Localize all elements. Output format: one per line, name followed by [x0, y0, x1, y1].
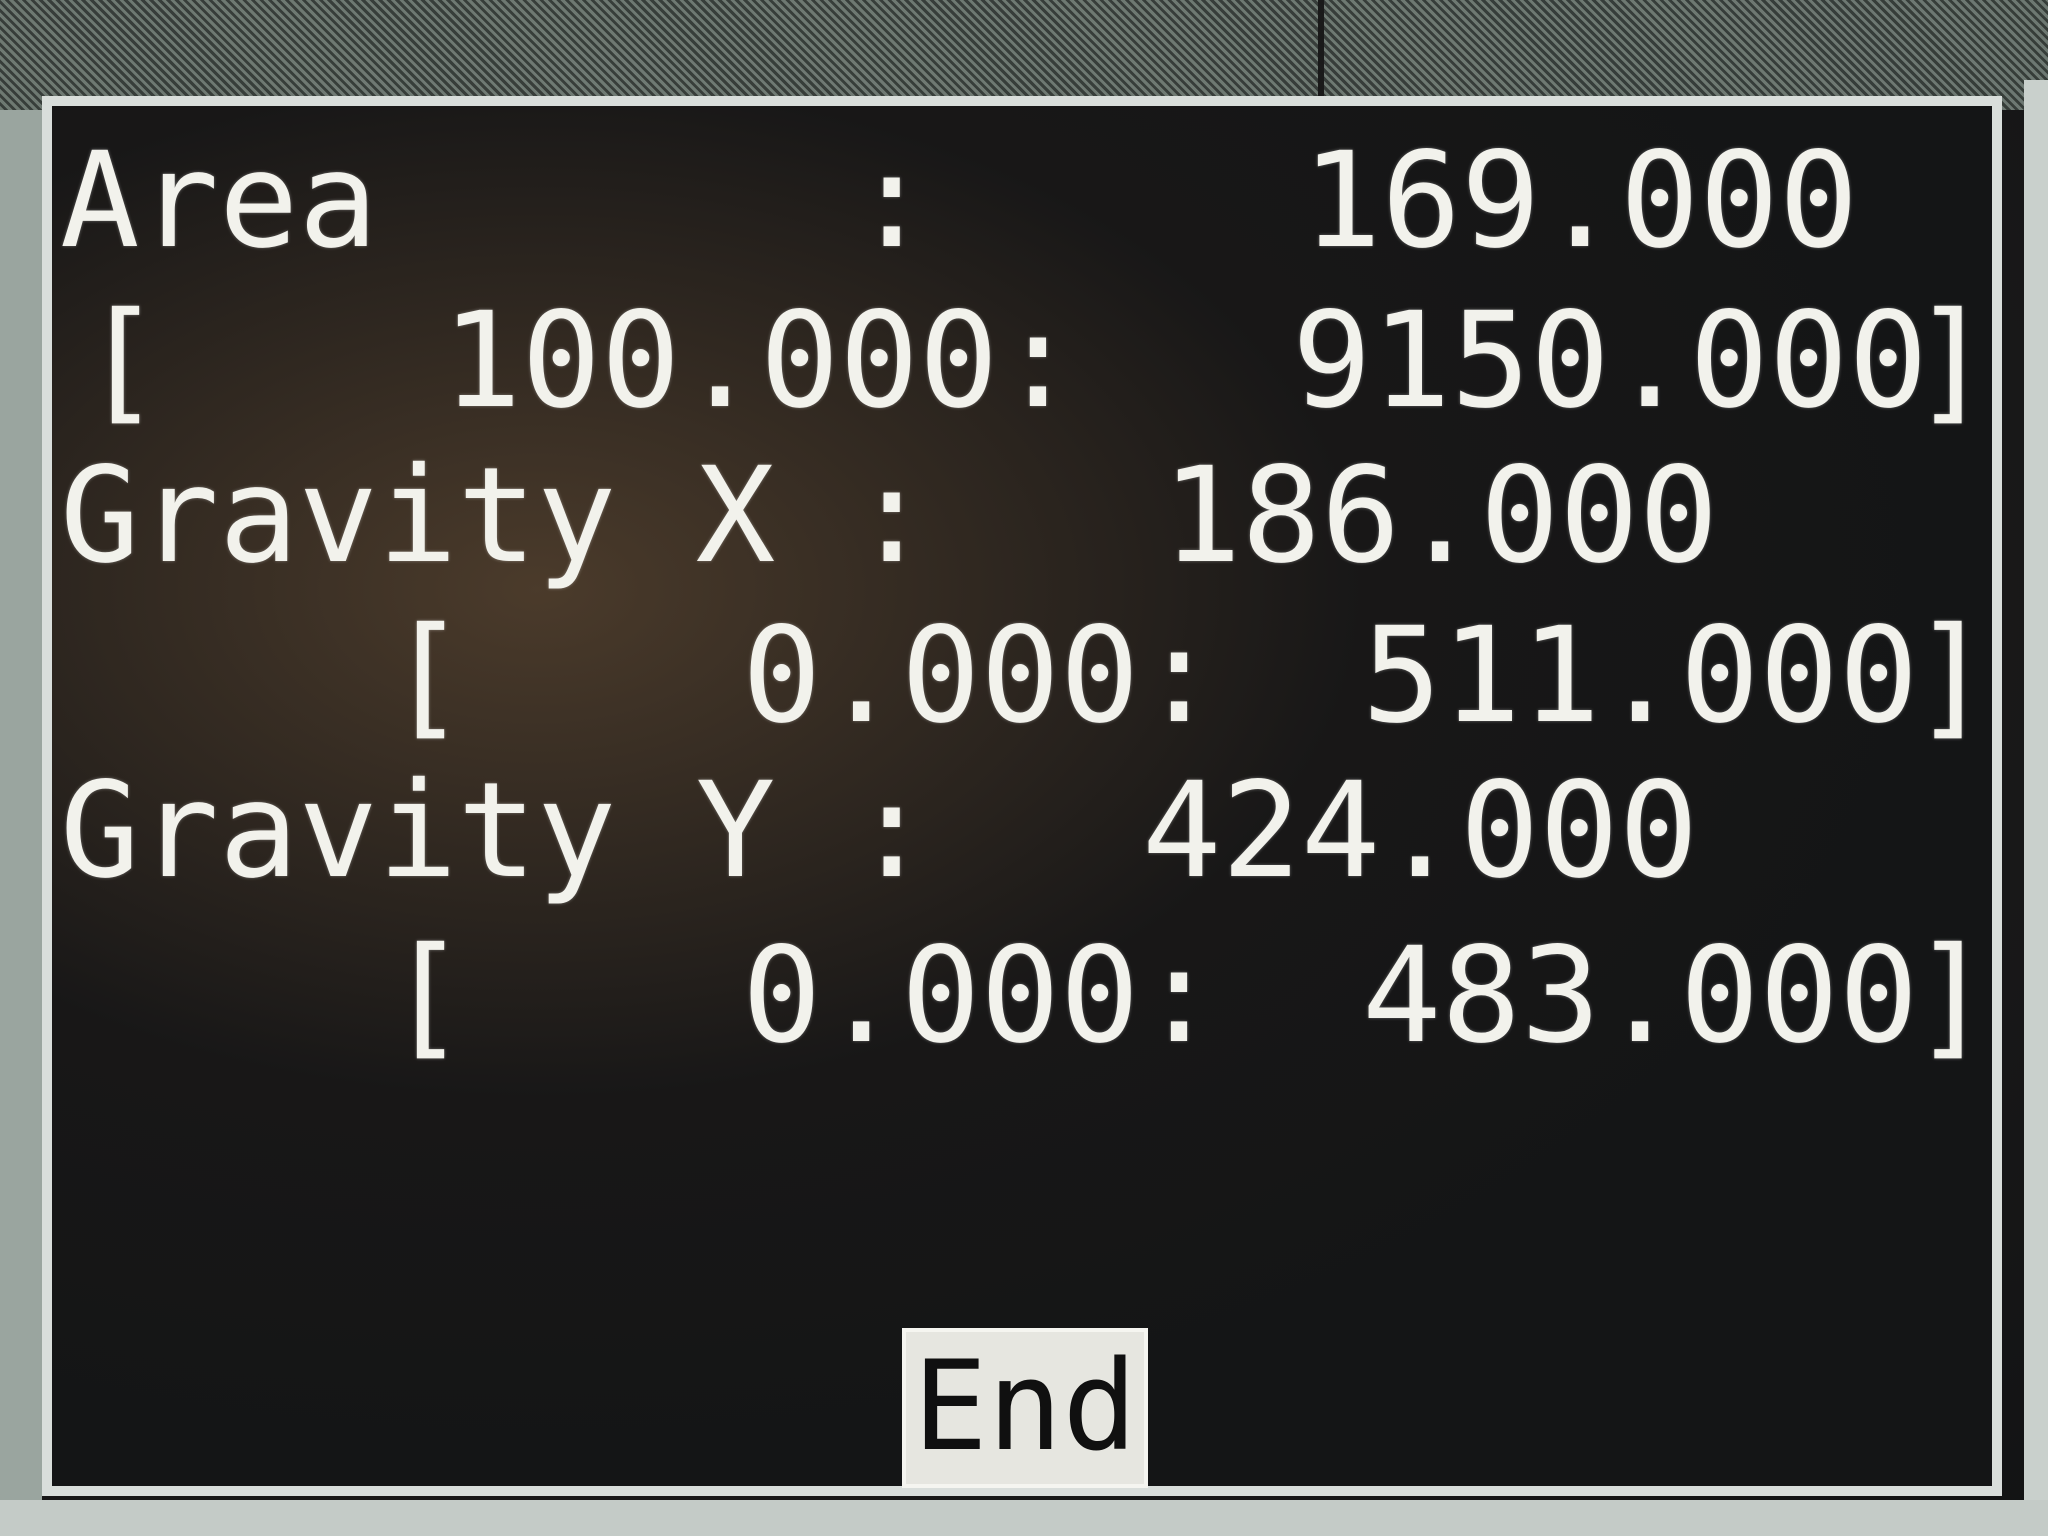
gravity-y-range-open: [ — [387, 919, 467, 1073]
area-range-max: 9150.000 — [1292, 284, 1928, 438]
gravity-y-label: Gravity Y — [60, 754, 776, 908]
gravity-y-range-close: ] — [1912, 919, 1992, 1073]
gravity-x-range-close: ] — [1912, 599, 1992, 753]
gravity-y-range-min: 0.000: — [742, 919, 1219, 1073]
gravity-y-value: 424.000 — [1142, 754, 1699, 908]
area-range-close: ] — [1912, 284, 1992, 438]
gravity-x-range-open: [ — [387, 599, 467, 753]
background-right-edge — [2024, 80, 2048, 1536]
gravity-x-label: Gravity X — [60, 439, 776, 593]
area-label: Area — [60, 124, 378, 278]
background-left-edge — [0, 110, 42, 1536]
gravity-y-range-max: 483.000 — [1362, 919, 1919, 1073]
area-colon: : — [852, 124, 932, 278]
gravity-x-range-max: 511.000 — [1362, 599, 1919, 753]
gravity-x-colon: : — [852, 439, 932, 593]
measurement-dialog: Area : 169.000 [ 100.000: 9150.000 ] Gra… — [42, 96, 2002, 1496]
gravity-y-colon: : — [852, 754, 932, 908]
area-row: Area : 169.000 — [52, 126, 1992, 276]
gravity-y-row: Gravity Y : 424.000 — [52, 756, 1992, 906]
gravity-x-row: Gravity X : 186.000 — [52, 441, 1992, 591]
gravity-x-range-min: 0.000: — [742, 599, 1219, 753]
area-value: 169.000 — [1302, 124, 1859, 278]
area-range-row: [ 100.000: 9150.000 ] — [52, 286, 1992, 436]
gravity-y-range-row: [ 0.000: 483.000 ] — [52, 921, 1992, 1071]
background-image — [0, 0, 2048, 110]
area-range-open: [ — [82, 284, 162, 438]
gravity-x-value: 186.000 — [1162, 439, 1719, 593]
gravity-x-range-row: [ 0.000: 511.000 ] — [52, 601, 1992, 751]
end-button[interactable]: End — [902, 1328, 1148, 1488]
device-screen: Area : 169.000 [ 100.000: 9150.000 ] Gra… — [0, 0, 2048, 1536]
area-range-min: 100.000: — [442, 284, 1078, 438]
